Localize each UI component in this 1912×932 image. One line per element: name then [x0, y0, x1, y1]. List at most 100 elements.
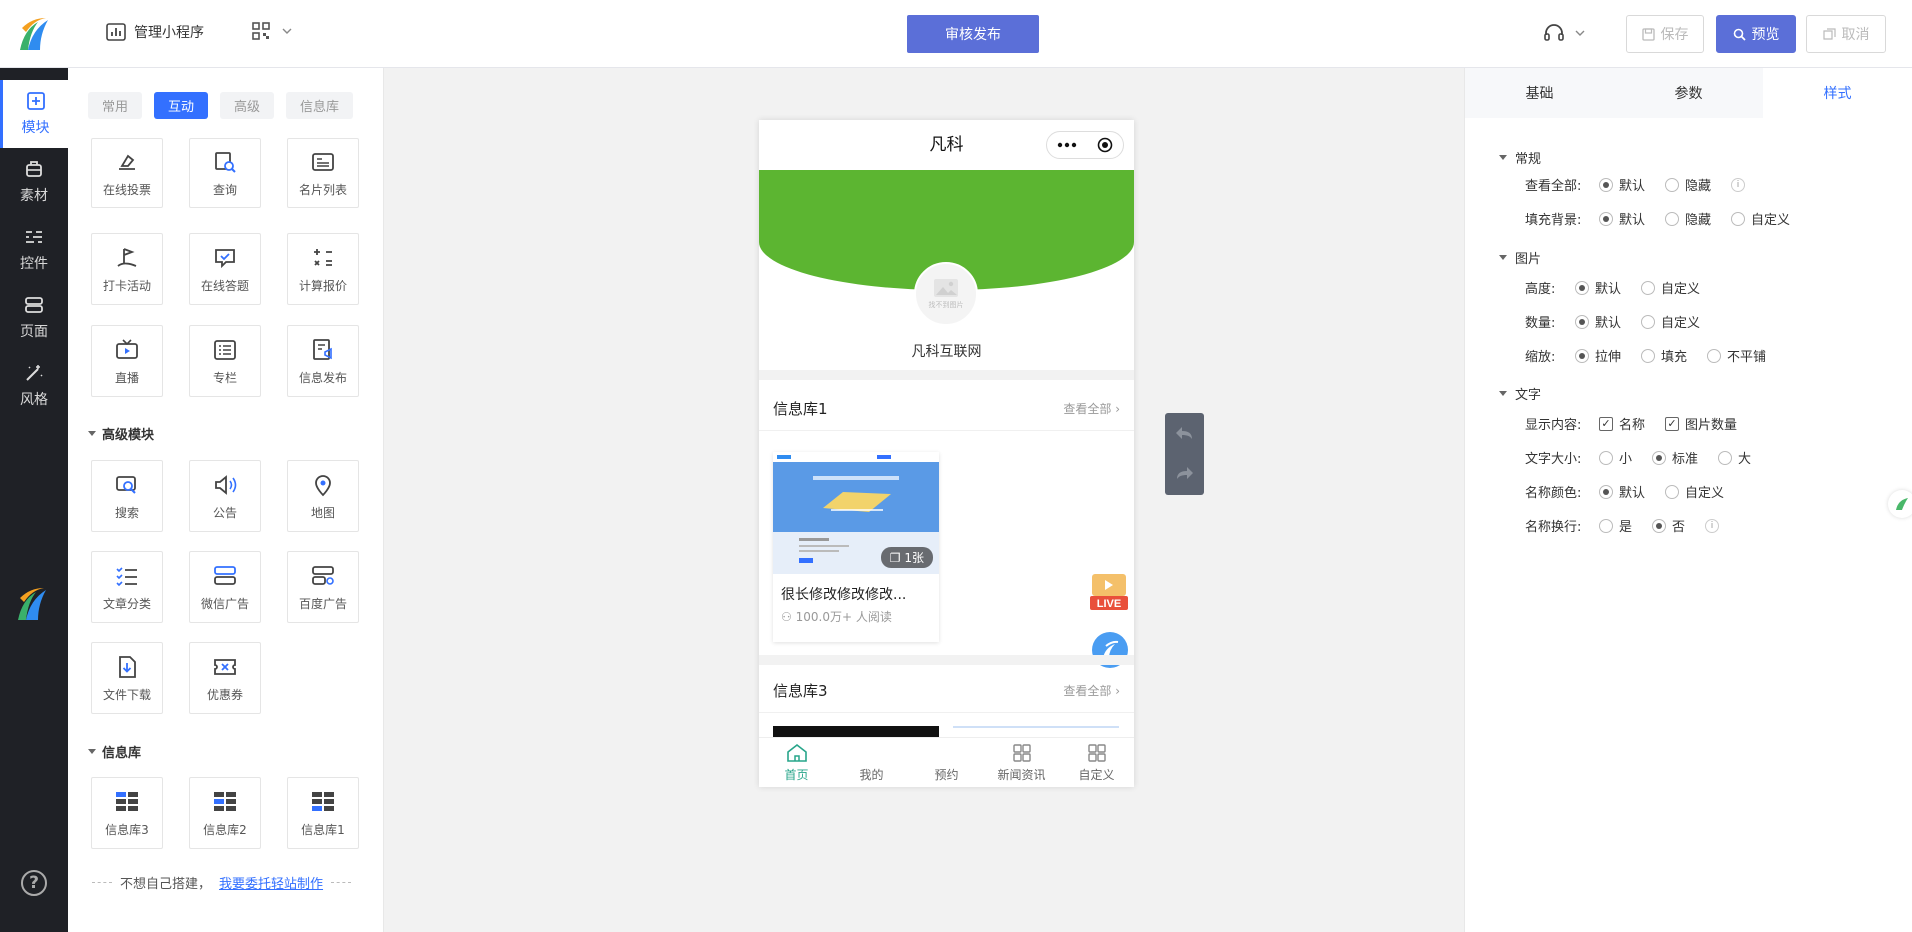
option-label: 名称	[1619, 418, 1646, 433]
radio-option[interactable]: 小	[1599, 448, 1632, 467]
radio-option[interactable]: 默认	[1599, 175, 1645, 194]
radio-option[interactable]: 隐藏	[1665, 209, 1711, 228]
baidu-ad-icon	[312, 565, 334, 585]
module-label: 文章分类	[102, 596, 151, 611]
live-icon[interactable]: LIVE	[1090, 572, 1128, 612]
module-label: 在线答题	[200, 278, 249, 293]
nav-item-material[interactable]: 素材	[0, 148, 68, 216]
radio-option[interactable]: 填充	[1641, 346, 1687, 365]
section-image[interactable]: 图片	[1499, 248, 1541, 267]
tab-label: 我的	[859, 767, 884, 782]
section-general[interactable]: 常规	[1499, 148, 1541, 167]
nav-item-style[interactable]: 风格	[0, 352, 68, 420]
publish-info-icon	[313, 338, 332, 360]
customer-service-dropdown[interactable]	[1543, 22, 1585, 44]
tab-basic[interactable]: 基础	[1465, 68, 1614, 118]
module-calculator[interactable]: 计算报价	[287, 233, 359, 305]
phone-tab-custom[interactable]: 自定义	[1059, 738, 1134, 787]
radio-option[interactable]: 自定义	[1731, 209, 1790, 228]
phone-tab-mine[interactable]: 我的	[834, 738, 909, 787]
module-wechat-ad[interactable]: 微信广告	[189, 551, 261, 623]
checkbox-option[interactable]: ✓ 名称	[1599, 414, 1645, 433]
nav-item-modules[interactable]: 模块	[0, 80, 68, 148]
module-file-download[interactable]: 文件下载	[91, 642, 163, 714]
module-notice[interactable]: 公告	[189, 460, 261, 532]
undo-icon[interactable]	[1174, 425, 1194, 441]
phone-preview[interactable]: 凡科 找不到图片 凡科互联网 信息库1 查看全部 › ❐ 1张 很长修改修改修改…	[759, 120, 1134, 787]
redo-icon[interactable]	[1175, 465, 1195, 481]
radio-option[interactable]: 默认	[1599, 209, 1645, 228]
tab-interactive[interactable]: 互动	[154, 92, 209, 119]
radio-unchecked	[1718, 450, 1733, 465]
radio-option[interactable]: 自定义	[1641, 278, 1700, 297]
tab-common[interactable]: 常用	[88, 92, 143, 119]
tab-style[interactable]: 样式	[1763, 68, 1912, 118]
module-column[interactable]: 专栏	[189, 325, 261, 397]
info-icon[interactable]: i	[1705, 518, 1720, 533]
view-all-link[interactable]: 查看全部 ›	[1063, 400, 1120, 417]
radio-option[interactable]: 标准	[1652, 448, 1698, 467]
radio-option[interactable]: 默认	[1575, 312, 1621, 331]
radio-option[interactable]: 拉伸	[1575, 346, 1621, 365]
section-text[interactable]: 文字	[1499, 384, 1541, 403]
module-online-quiz[interactable]: 在线答题	[189, 233, 261, 305]
section-library[interactable]: 信息库	[88, 742, 141, 761]
module-card-list[interactable]: 名片列表	[287, 138, 359, 208]
collapse-triangle-icon	[1499, 255, 1507, 260]
side-helper-button[interactable]	[1888, 490, 1912, 518]
nav-label: 模块	[21, 120, 50, 136]
manage-miniprogram-button[interactable]: 管理小程序	[106, 22, 204, 42]
radio-option[interactable]: 自定义	[1665, 482, 1724, 501]
tab-library[interactable]: 信息库	[286, 92, 354, 119]
radio-option[interactable]: 自定义	[1641, 312, 1700, 331]
preview-button[interactable]: 预览	[1716, 15, 1796, 53]
module-coupon[interactable]: 优惠券	[189, 642, 261, 714]
checkbox-option[interactable]: ✓ 图片数量	[1665, 414, 1737, 433]
library-card[interactable]: ❐ 1张 很长修改修改修改... ⚇ 100.0万+ 人阅读	[773, 452, 939, 642]
radio-option[interactable]: 默认	[1599, 482, 1645, 501]
radio-option[interactable]: 隐藏	[1665, 175, 1711, 194]
commission-link[interactable]: 我要委托轻站制作	[219, 873, 323, 892]
module-baidu-ad[interactable]: 百度广告	[287, 551, 359, 623]
save-icon	[1641, 27, 1655, 41]
section-advanced-modules[interactable]: 高级模块	[88, 424, 154, 443]
module-library-3[interactable]: 信息库3	[91, 777, 163, 849]
nav-item-controls[interactable]: 控件	[0, 216, 68, 284]
module-article-category[interactable]: 文章分类	[91, 551, 163, 623]
module-search[interactable]: 搜索	[91, 460, 163, 532]
view-all-link[interactable]: 查看全部 ›	[1063, 682, 1120, 699]
radio-option[interactable]: 否	[1652, 516, 1685, 535]
module-live[interactable]: 直播	[91, 325, 163, 397]
option-label: 自定义	[1661, 282, 1701, 297]
module-publish-info[interactable]: 信息发布	[287, 325, 359, 397]
collapse-triangle-icon	[1499, 391, 1507, 396]
help-icon[interactable]: ?	[21, 870, 47, 896]
phone-tab-booking[interactable]: 预约	[909, 738, 984, 787]
tab-advanced[interactable]: 高级	[220, 92, 275, 119]
qrcode-dropdown[interactable]	[252, 22, 292, 40]
phone-tab-home[interactable]: 首页	[759, 738, 834, 787]
radio-option[interactable]: 默认	[1575, 278, 1621, 297]
module-panel: 常用 互动 高级 信息库 在线投票 查询 名片列表 打卡活动 在线答题 计算报价…	[68, 68, 384, 932]
module-online-vote[interactable]: 在线投票	[91, 138, 163, 208]
tab-params[interactable]: 参数	[1614, 68, 1763, 118]
cancel-button[interactable]: 取消	[1806, 15, 1886, 53]
setting-name-color: 名称颜色: 默认 自定义	[1525, 482, 1744, 501]
info-icon[interactable]: i	[1731, 177, 1746, 192]
radio-option[interactable]: 是	[1599, 516, 1632, 535]
module-map[interactable]: 地图	[287, 460, 359, 532]
radio-unchecked	[1599, 518, 1613, 533]
module-query[interactable]: 查询	[189, 138, 261, 208]
module-library-1[interactable]: 信息库1	[287, 777, 359, 849]
radio-option[interactable]: 不平铺	[1707, 346, 1766, 365]
radio-option[interactable]: 大	[1718, 448, 1751, 467]
module-library-2[interactable]: 信息库2	[189, 777, 261, 849]
divider	[759, 430, 1134, 431]
phone-tab-news[interactable]: 新闻资讯	[984, 738, 1059, 787]
publish-button[interactable]: 审核发布	[907, 15, 1039, 53]
nav-item-pages[interactable]: 页面	[0, 284, 68, 352]
save-button[interactable]: 保存	[1626, 15, 1704, 53]
module-checkin[interactable]: 打卡活动	[91, 233, 163, 305]
module-label: 搜索	[114, 505, 139, 520]
section-gap	[759, 370, 1134, 380]
